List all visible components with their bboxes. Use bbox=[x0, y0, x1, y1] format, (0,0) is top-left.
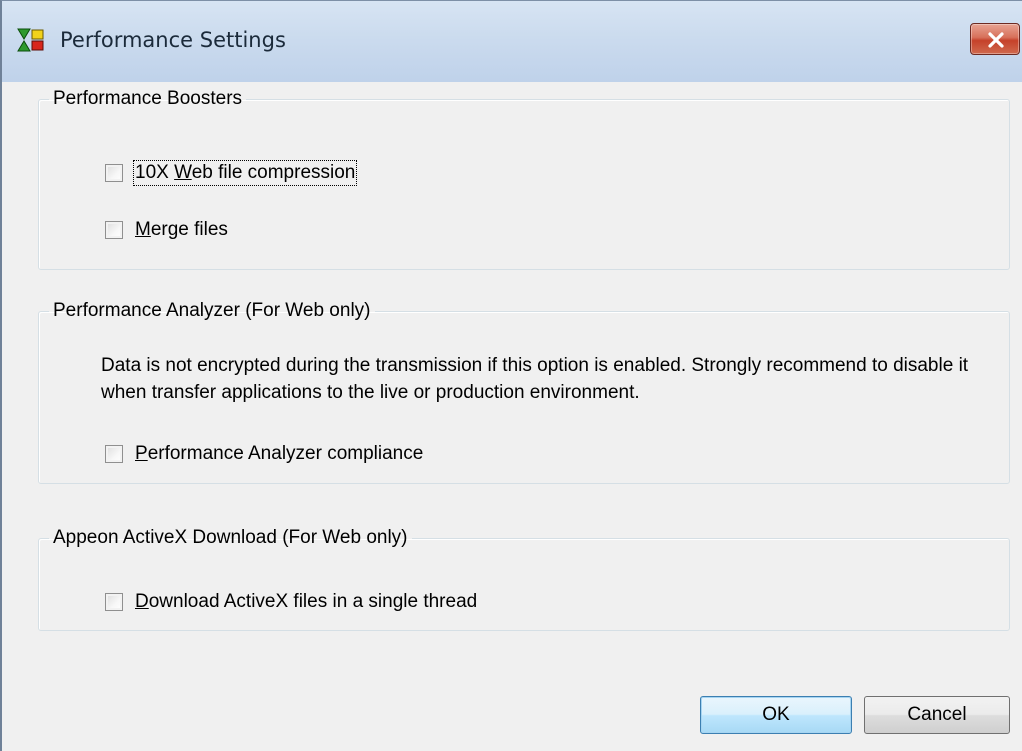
analyzer-compliance-checkbox-row[interactable]: Performance Analyzer compliance bbox=[105, 443, 423, 465]
merge-files-checkbox-row[interactable]: Merge files bbox=[105, 219, 228, 241]
dialog-client-area: Performance Boosters 10X Web file compre… bbox=[2, 82, 1022, 751]
single-thread-label[interactable]: Download ActiveX files in a single threa… bbox=[135, 591, 477, 613]
ok-button[interactable]: OK bbox=[700, 696, 852, 734]
web-compression-checkbox-row[interactable]: 10X Web file compression bbox=[105, 160, 358, 186]
analyzer-compliance-checkbox[interactable] bbox=[105, 445, 123, 463]
merge-files-checkbox[interactable] bbox=[105, 221, 123, 239]
title-bar[interactable]: Performance Settings bbox=[2, 1, 1022, 82]
performance-boosters-legend: Performance Boosters bbox=[53, 88, 243, 109]
single-thread-checkbox-row[interactable]: Download ActiveX files in a single threa… bbox=[105, 591, 477, 613]
analyzer-compliance-label[interactable]: Performance Analyzer compliance bbox=[135, 443, 423, 465]
close-button[interactable] bbox=[970, 23, 1020, 55]
appeon-app-icon bbox=[16, 27, 46, 53]
encryption-warning-text: Data is not encrypted during the transmi… bbox=[101, 355, 969, 403]
activex-download-group: Appeon ActiveX Download (For Web only) D… bbox=[38, 527, 1010, 631]
web-compression-label[interactable]: 10X Web file compression bbox=[132, 160, 358, 186]
activex-download-legend: Appeon ActiveX Download (For Web only) bbox=[53, 527, 408, 548]
performance-boosters-group: Performance Boosters 10X Web file compre… bbox=[38, 88, 1010, 270]
window-title: Performance Settings bbox=[60, 28, 286, 52]
cancel-button[interactable]: Cancel bbox=[864, 696, 1010, 734]
merge-files-label[interactable]: Merge files bbox=[135, 219, 228, 241]
performance-analyzer-group: Performance Analyzer (For Web only) Data… bbox=[38, 300, 1010, 484]
performance-settings-dialog: Performance Settings Performance Booster… bbox=[0, 0, 1022, 751]
performance-analyzer-legend: Performance Analyzer (For Web only) bbox=[53, 300, 371, 321]
single-thread-checkbox[interactable] bbox=[105, 593, 123, 611]
web-compression-checkbox[interactable] bbox=[105, 164, 123, 182]
